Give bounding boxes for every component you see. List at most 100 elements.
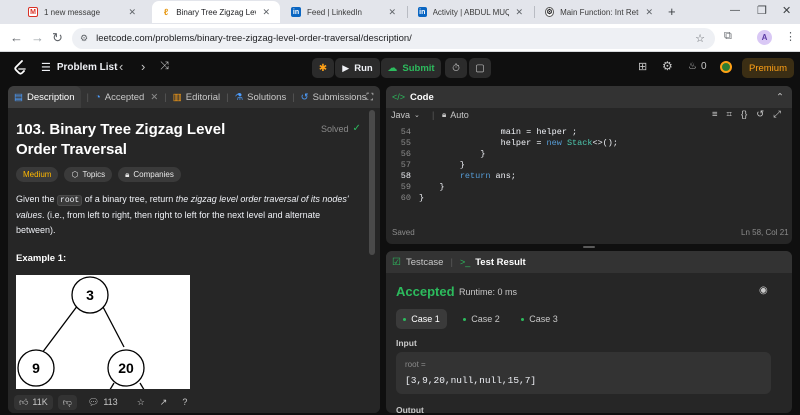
browser-menu-icon[interactable]: ⋮ bbox=[785, 30, 796, 43]
close-tab-icon[interactable]: ✕ bbox=[645, 7, 653, 18]
shuffle-icon[interactable]: ⤨ bbox=[160, 60, 169, 73]
input-box: root = [3,9,20,null,null,15,7] bbox=[396, 352, 771, 394]
tab-title: Binary Tree Zigzag Level O bbox=[176, 7, 256, 17]
format-icon[interactable]: ≡ bbox=[712, 109, 718, 120]
tab-label: Solutions bbox=[247, 91, 287, 103]
braces-icon[interactable]: {} bbox=[741, 109, 747, 120]
language-select[interactable]: Java ⌄ bbox=[391, 110, 420, 120]
mode-label: Auto bbox=[450, 110, 469, 120]
code-line: helper = new Stack<>(); bbox=[419, 138, 618, 148]
profile-avatar[interactable]: A bbox=[757, 30, 772, 45]
tab-submissions[interactable]: ↺ Submissions bbox=[301, 92, 367, 103]
bookmark-star-icon[interactable]: ☆ bbox=[695, 32, 705, 45]
timer-icon[interactable]: ⏱ bbox=[445, 58, 467, 78]
close-tab-icon[interactable]: ✕ bbox=[262, 7, 270, 18]
like-button[interactable]: 👍︎ 11K bbox=[14, 394, 53, 410]
code-panel: </> Code ⌃ Java ⌄ | 🔒︎ Auto ≡ ⌗ {} ↺ ⤢ 5… bbox=[386, 86, 792, 244]
forward-icon[interactable]: → bbox=[31, 30, 44, 45]
line-number: 60 bbox=[400, 193, 411, 203]
linkedin-icon: in bbox=[291, 7, 301, 17]
tab-solutions[interactable]: ⚗ Solutions bbox=[235, 92, 287, 103]
autocomplete-mode[interactable]: 🔒︎ Auto bbox=[442, 110, 469, 120]
url-input[interactable]: ⚙ leetcode.com/problems/binary-tree-zigz… bbox=[72, 28, 715, 49]
code-line: } bbox=[419, 160, 465, 170]
pass-dot bbox=[521, 317, 525, 321]
code-tab-label[interactable]: Code bbox=[410, 92, 434, 103]
problem-list-button[interactable]: ☰ Problem List bbox=[41, 61, 117, 74]
test-result-panel: ☑ Testcase | >_ Test Result Accepted Run… bbox=[386, 251, 792, 413]
close-tab-icon[interactable]: ✕ bbox=[515, 7, 523, 18]
tab-title: Activity | ABDUL MUQEE bbox=[432, 7, 510, 17]
browser-tab-linkedin-activity[interactable]: in Activity | ABDUL MUQEE ✕ bbox=[408, 1, 533, 23]
submit-button[interactable]: ☁ Submit bbox=[381, 58, 441, 78]
code-editor[interactable]: 54 main = helper ; 55 helper = new Stack… bbox=[386, 127, 792, 207]
pass-dot bbox=[403, 317, 407, 321]
tab-editorial[interactable]: ▥ Editorial bbox=[173, 92, 220, 103]
difficulty-badge[interactable]: Medium bbox=[16, 167, 59, 182]
submit-label: Submit bbox=[402, 62, 435, 74]
tab-label: Description bbox=[26, 91, 75, 103]
case-2-tab[interactable]: Case 2 bbox=[456, 309, 507, 329]
browser-tab-chatgpt[interactable]: ⚙ Main Function: Int Return ✕ bbox=[535, 1, 663, 23]
help-icon[interactable]: ? bbox=[182, 397, 187, 407]
settings-gear-icon[interactable]: ⚙ bbox=[662, 59, 673, 73]
maximize-button[interactable]: ❐ bbox=[757, 4, 767, 17]
notes-icon[interactable]: ▢ bbox=[469, 58, 491, 78]
clock-icon: ↺ bbox=[300, 91, 309, 103]
lock-icon: 🔒︎ bbox=[125, 169, 130, 179]
run-button[interactable]: ▶ Run bbox=[335, 58, 380, 78]
streak-counter[interactable]: ♨ 0 bbox=[688, 61, 707, 72]
new-tab-button[interactable]: + bbox=[668, 4, 676, 19]
comments-button[interactable]: 💬︎ 113 bbox=[88, 397, 118, 408]
tree-node-root: 3 bbox=[86, 287, 94, 303]
tab-description[interactable]: ▤ Description bbox=[8, 86, 81, 108]
layout-grid-icon[interactable]: ⊞ bbox=[638, 60, 647, 73]
reload-icon[interactable]: ↻ bbox=[52, 30, 63, 46]
tab-title: 1 new message bbox=[44, 7, 101, 17]
leetcode-logo[interactable] bbox=[13, 60, 27, 76]
browser-tab-bar: M 1 new message ✕ ℓ Binary Tree Zigzag L… bbox=[0, 0, 800, 24]
reset-icon[interactable]: ↺ bbox=[756, 109, 764, 120]
browser-tab-leetcode[interactable]: ℓ Binary Tree Zigzag Level O ✕ bbox=[152, 1, 280, 23]
minimize-button[interactable]: — bbox=[730, 5, 740, 16]
prev-problem-icon[interactable]: ‹ bbox=[119, 59, 123, 74]
browser-tab-gmail[interactable]: M 1 new message ✕ bbox=[18, 1, 146, 23]
topics-tag[interactable]: ⬡ Topics bbox=[64, 167, 113, 182]
companies-tag[interactable]: 🔒︎ Companies bbox=[118, 167, 181, 182]
expand-icon[interactable]: ⛶ bbox=[367, 92, 374, 103]
site-info-icon[interactable]: ⚙ bbox=[80, 33, 88, 44]
scrollbar-thumb[interactable] bbox=[369, 110, 375, 255]
cloud-upload-icon: ☁ bbox=[387, 62, 398, 74]
next-problem-icon[interactable]: › bbox=[141, 59, 145, 74]
share-icon[interactable]: ↗ bbox=[160, 397, 168, 408]
extensions-icon[interactable]: ⧉ bbox=[724, 30, 732, 43]
pass-dot bbox=[463, 317, 467, 321]
close-tab-icon[interactable]: ✕ bbox=[388, 7, 396, 18]
star-icon[interactable]: ☆ bbox=[137, 397, 145, 408]
tab-accepted[interactable]: ◔ Accepted ✕ bbox=[95, 92, 158, 103]
vertical-resize-handle[interactable] bbox=[583, 246, 595, 248]
close-tab-icon[interactable]: ✕ bbox=[128, 7, 136, 18]
eye-icon[interactable]: ◉ bbox=[759, 285, 768, 296]
close-window-button[interactable]: ✕ bbox=[782, 4, 791, 17]
language-label: Java bbox=[391, 110, 411, 120]
back-icon[interactable]: ← bbox=[10, 30, 23, 45]
dislike-button[interactable]: 👎︎ bbox=[57, 394, 77, 410]
fullscreen-icon[interactable]: ⤢ bbox=[773, 109, 781, 120]
tab-test-result[interactable]: Test Result bbox=[475, 257, 526, 268]
description-footer: 👍︎ 11K 👎︎ 💬︎ 113 ☆ ↗ ? bbox=[8, 391, 380, 413]
case-1-tab[interactable]: Case 1 bbox=[396, 309, 447, 329]
tab-testcase[interactable]: Testcase bbox=[406, 257, 444, 268]
premium-button[interactable]: Premium bbox=[742, 58, 794, 78]
line-number-active: 58 bbox=[400, 171, 411, 181]
browser-tab-linkedin-feed[interactable]: in Feed | LinkedIn ✕ bbox=[281, 1, 406, 23]
collapse-icon[interactable]: ⌃ bbox=[776, 92, 784, 103]
user-avatar[interactable] bbox=[720, 61, 732, 73]
description-scrollbar[interactable] bbox=[369, 110, 375, 390]
case-3-tab[interactable]: Case 3 bbox=[514, 309, 565, 329]
tree-node-left: 9 bbox=[32, 360, 40, 376]
solved-status: Solved ✓ bbox=[321, 123, 361, 134]
debug-icon[interactable]: ✱ bbox=[312, 58, 334, 78]
bookmark-icon[interactable]: ⌗ bbox=[727, 109, 732, 120]
close-tab-icon[interactable]: ✕ bbox=[150, 92, 158, 103]
